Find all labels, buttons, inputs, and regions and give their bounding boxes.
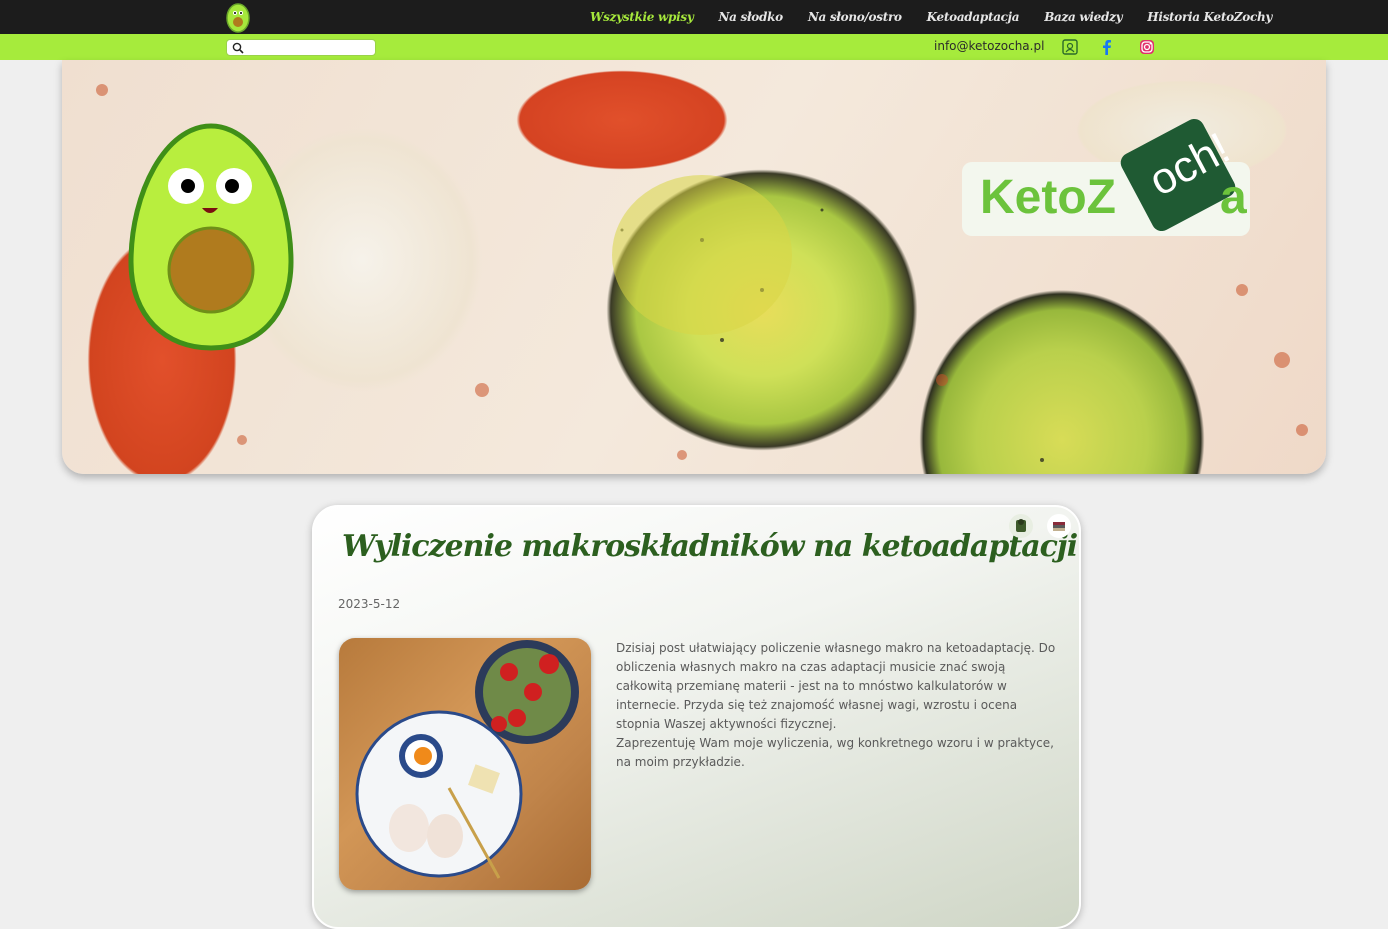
article-excerpt: Dzisiaj post ułatwiający policzenie włas… — [616, 639, 1056, 772]
excerpt-paragraph-1: Dzisiaj post ułatwiający policzenie włas… — [616, 641, 1056, 731]
author-avatar-icon — [1009, 514, 1033, 538]
avocado-logo-icon[interactable] — [226, 1, 250, 33]
facebook-icon[interactable] — [1098, 38, 1116, 56]
meal-photo-illustration — [355, 640, 579, 879]
article-thumbnail-photo[interactable] — [339, 638, 591, 890]
nav-item-history[interactable]: Historia KetoZochy — [1147, 10, 1272, 24]
nav-item-all-posts[interactable]: Wszystkie wpisy — [590, 10, 694, 24]
brand-word: KetoZ — [980, 171, 1116, 224]
instagram-icon[interactable] — [1138, 38, 1156, 56]
search-input[interactable] — [247, 40, 372, 55]
hero-banner: KetoZ och! a — [62, 60, 1326, 474]
nav-item-savory[interactable]: Na słono/ostro — [808, 10, 902, 24]
brand-word-end: a — [1220, 171, 1247, 224]
main-nav: Wszystkie wpisy Na słodko Na słono/ostro… — [590, 0, 1297, 34]
search-box[interactable] — [226, 39, 376, 56]
ketozocha-brand-logo[interactable]: KetoZ och! a — [962, 115, 1250, 236]
article-card[interactable]: Wyliczenie makroskładników na ketoadapta… — [312, 505, 1081, 929]
nav-item-sweet[interactable]: Na słodko — [719, 10, 784, 24]
top-navbar: Wszystkie wpisy Na słodko Na słono/ostro… — [0, 0, 1388, 34]
books-category-icon — [1047, 514, 1071, 538]
article-title[interactable]: Wyliczenie makroskładników na ketoadapta… — [342, 529, 1079, 564]
nav-item-ketoadaptation[interactable]: Ketoadaptacja — [927, 10, 1020, 24]
contact-book-icon[interactable] — [1061, 38, 1079, 56]
nav-item-knowledge-base[interactable]: Baza wiedzy — [1044, 10, 1122, 24]
search-icon — [232, 42, 244, 54]
article-date: 2023-5-12 — [338, 597, 401, 611]
contact-email-link[interactable]: info@ketozocha.pl — [934, 39, 1044, 53]
avocado-mascot-icon — [128, 123, 294, 351]
excerpt-paragraph-2: Zaprezentuję Wam moje wyliczenia, wg kon… — [616, 736, 1054, 769]
sub-bar — [0, 34, 1388, 60]
